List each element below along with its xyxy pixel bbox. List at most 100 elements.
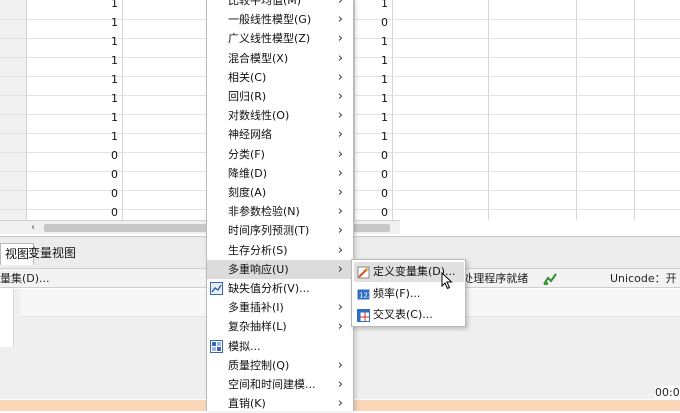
submenu-item-crosstabs[interactable]: 交叉表(C)... [354, 305, 464, 325]
table-cell[interactable]: 0 [354, 165, 388, 184]
menu-item[interactable]: 复杂抽样(L) › [207, 317, 353, 336]
table-cell[interactable]: 1 [354, 70, 388, 89]
menu-item-label: 神经网络 [228, 128, 272, 141]
menu-item[interactable]: 比较平均值(M) › [207, 0, 353, 10]
table-cell[interactable]: 1 [26, 13, 118, 32]
scroll-left-icon[interactable]: ‹ [26, 221, 40, 235]
menu-item-label: 空间和时间建模... [228, 378, 316, 391]
table-cell[interactable]: 0 [26, 184, 118, 203]
left-white-panel [0, 289, 14, 347]
table-cell[interactable]: 1 [26, 0, 118, 13]
chevron-right-icon: › [337, 147, 343, 162]
menu-item[interactable]: 混合模型(X) › [207, 49, 353, 68]
menu-item-label: 直销(K) [228, 397, 266, 410]
unicode-status: Unicode：开 [610, 272, 677, 285]
menu-item[interactable]: 质量控制(Q) › [207, 356, 353, 375]
mouse-cursor-icon [441, 271, 453, 293]
crosstab-icon [357, 309, 370, 322]
chevron-right-icon: › [337, 166, 343, 181]
table-cell[interactable]: 0 [354, 184, 388, 203]
multiple-response-submenu: 定义变量集(D)... 123 频率(F)... 交叉表(C)... [351, 259, 466, 327]
frequency-icon: 123 [357, 288, 372, 301]
menu-item-label: 一般线性模型(G) [228, 13, 312, 26]
clock-readout: 00:0 [655, 386, 680, 400]
menu-item[interactable]: 生存分析(S) › [207, 241, 353, 260]
table-cell[interactable]: 1 [354, 32, 388, 51]
menu-item-label: 多重插补(I) [228, 301, 284, 314]
grid-column-line [392, 0, 393, 220]
menu-item[interactable]: 一般线性模型(G) › [207, 10, 353, 29]
submenu-item-label: 频率(F)... [373, 287, 421, 300]
menu-item[interactable]: 非参数检验(N) › [207, 202, 353, 221]
processor-ready-icon [543, 273, 557, 285]
menu-item-label: 对数线性(O) [228, 109, 290, 122]
menu-item[interactable]: 分类(F) › [207, 145, 353, 164]
menu-item-label: 模拟... [228, 340, 261, 353]
table-cell[interactable]: 1 [26, 108, 118, 127]
table-cell[interactable]: 1 [354, 127, 388, 146]
simulation-icon [210, 340, 223, 353]
menu-item[interactable]: 相关(C) › [207, 68, 353, 87]
menu-item-label: 混合模型(X) [228, 52, 289, 65]
menu-item-label: 相关(C) [228, 71, 267, 84]
tab-variable-view[interactable]: 变量视图 [24, 243, 80, 265]
table-cell[interactable]: 0 [26, 165, 118, 184]
chevron-right-icon: › [337, 396, 343, 411]
chevron-right-icon: › [337, 243, 343, 258]
menu-item-label: 多重响应(U) [228, 263, 289, 276]
menu-item-label: 质量控制(Q) [228, 359, 290, 372]
grid-column-line [634, 0, 635, 220]
table-cell[interactable]: 0 [354, 13, 388, 32]
table-cell[interactable]: 0 [354, 203, 388, 220]
grid-column-line [576, 0, 577, 220]
chevron-right-icon: › [337, 31, 343, 46]
menu-item-label: 分类(F) [228, 148, 265, 161]
menu-item[interactable]: 降维(D) › [207, 164, 353, 183]
menu-item[interactable]: 直销(K) › [207, 394, 353, 413]
menu-item-label: 非参数检验(N) [228, 205, 300, 218]
table-cell[interactable]: 1 [354, 89, 388, 108]
chevron-right-icon: › [337, 127, 343, 142]
menu-item[interactable]: 神经网络 › [207, 125, 353, 144]
table-cell[interactable]: 0 [26, 203, 118, 220]
table-cell[interactable]: 1 [26, 32, 118, 51]
chevron-right-icon: › [337, 70, 343, 85]
chevron-right-icon: › [337, 0, 343, 8]
chevron-right-icon: › [337, 185, 343, 200]
menu-item[interactable]: 广义线性模型(Z) › [207, 29, 353, 48]
table-cell[interactable]: 1 [354, 0, 388, 13]
chevron-right-icon: › [337, 300, 343, 315]
chevron-right-icon: › [337, 51, 343, 66]
menu-item-label: 缺失值分析(V)... [228, 282, 310, 295]
table-cell[interactable]: 0 [354, 146, 388, 165]
menu-item[interactable]: 模拟... [207, 337, 353, 356]
menu-item[interactable]: 多重响应(U) › [207, 260, 353, 279]
define-set-icon [357, 266, 370, 279]
chevron-right-icon: › [337, 223, 343, 238]
menu-item[interactable]: 缺失值分析(V)... [207, 279, 353, 298]
chevron-right-icon: › [337, 358, 343, 373]
chevron-right-icon: › [337, 108, 343, 123]
table-cell[interactable]: 1 [26, 70, 118, 89]
table-cell[interactable]: 1 [26, 51, 118, 70]
table-cell[interactable]: 1 [354, 108, 388, 127]
svg-text:123: 123 [359, 292, 370, 300]
table-cell[interactable]: 1 [26, 127, 118, 146]
menu-item[interactable]: 时间序列预测(T) › [207, 221, 353, 240]
status-left-text: 量集(D)... [0, 272, 50, 285]
menu-item-label: 生存分析(S) [228, 244, 288, 257]
table-cell[interactable]: 0 [26, 146, 118, 165]
table-cell[interactable]: 1 [26, 89, 118, 108]
table-cell[interactable]: 1 [354, 51, 388, 70]
grid-column-line [488, 0, 489, 220]
menu-item[interactable]: 回归(R) › [207, 87, 353, 106]
menu-item-label: 比较平均值(M) [228, 0, 302, 7]
menu-item[interactable]: 对数线性(O) › [207, 106, 353, 125]
menu-item[interactable]: 刻度(A) › [207, 183, 353, 202]
menu-item[interactable]: 空间和时间建模... › [207, 375, 353, 394]
menu-item-label: 广义线性模型(Z) [228, 32, 311, 45]
menu-item-label: 时间序列预测(T) [228, 224, 310, 237]
menu-item[interactable]: 多重插补(I) › [207, 298, 353, 317]
analyze-menu: 比较平均值(M) › 一般线性模型(G) › 广义线性模型(Z) › 混合模型(X) › 相关(… [206, 0, 354, 411]
chevron-right-icon: › [337, 12, 343, 27]
